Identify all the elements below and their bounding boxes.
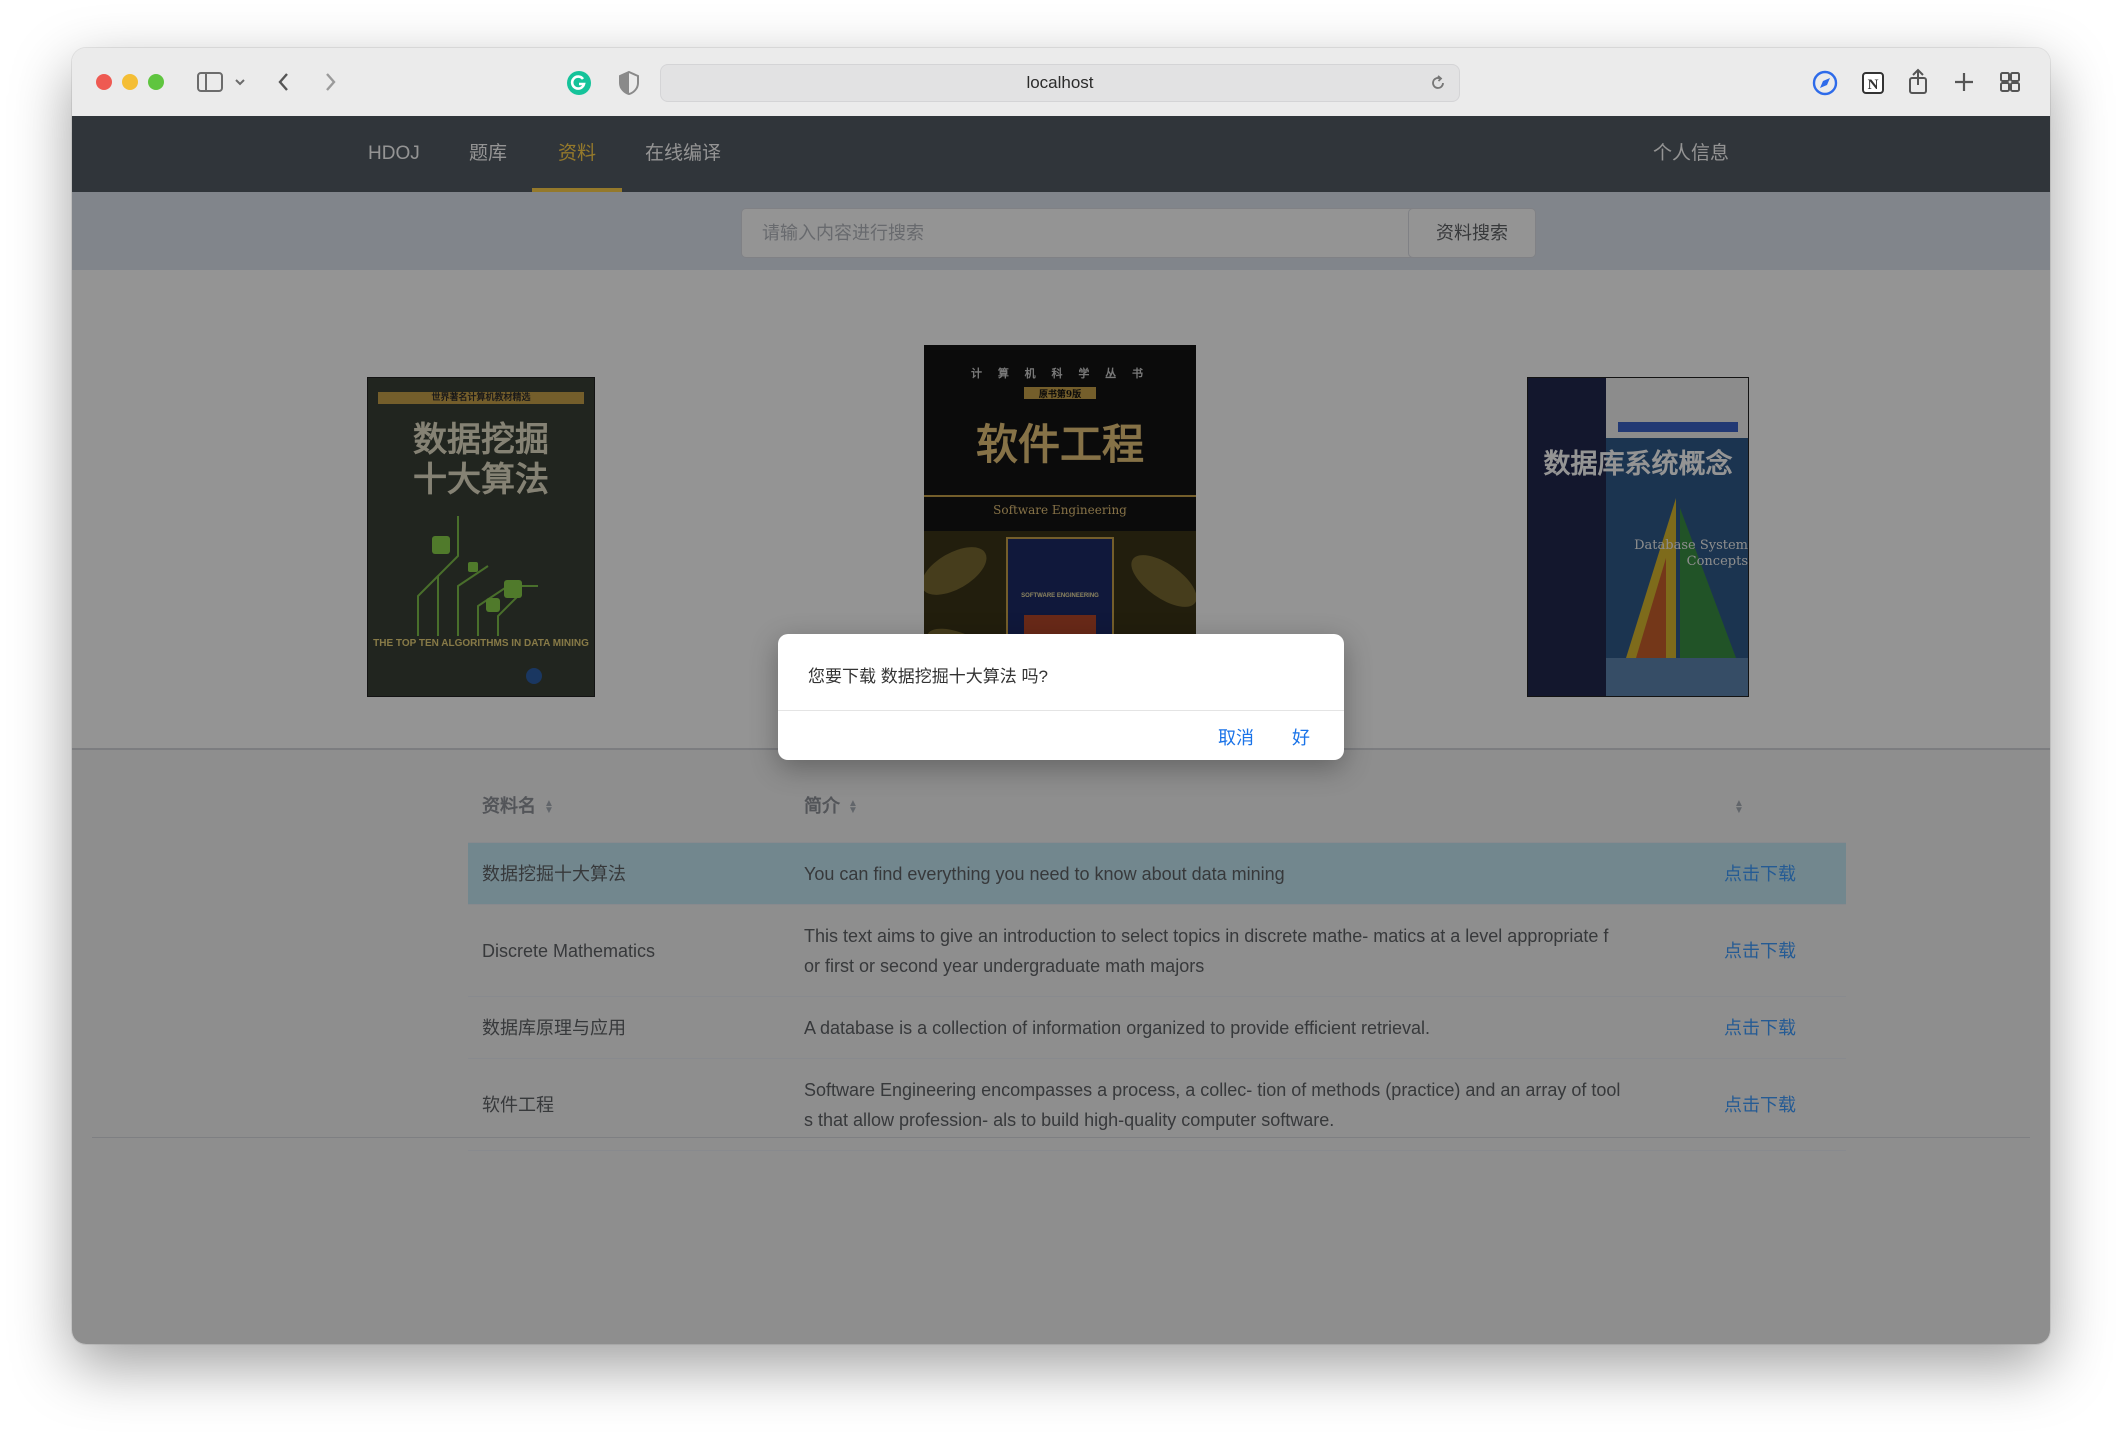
tab-overview-icon[interactable] bbox=[1998, 70, 2022, 94]
browser-window: localhost N HDOJ 题库 资料 在线编译 个人信息 请输入内容进行… bbox=[72, 48, 2050, 1344]
minimize-window-button[interactable] bbox=[122, 74, 138, 90]
svg-text:N: N bbox=[1868, 77, 1879, 93]
grammarly-extension-icon[interactable] bbox=[566, 70, 592, 96]
back-arrow-icon[interactable] bbox=[276, 70, 292, 94]
zoom-window-button[interactable] bbox=[148, 74, 164, 90]
cancel-button[interactable]: 取消 bbox=[1218, 724, 1254, 750]
address-text: localhost bbox=[1026, 73, 1094, 92]
reload-icon[interactable] bbox=[1429, 74, 1447, 92]
chevron-down-icon[interactable] bbox=[234, 76, 246, 88]
dialog-divider bbox=[778, 710, 1344, 711]
forward-arrow-icon[interactable] bbox=[322, 70, 338, 94]
confirm-dialog: 您要下载 数据挖掘十大算法 吗? 取消 好 bbox=[778, 634, 1344, 760]
share-icon[interactable] bbox=[1906, 68, 1930, 96]
address-bar[interactable]: localhost bbox=[660, 64, 1460, 102]
close-window-button[interactable] bbox=[96, 74, 112, 90]
notion-extension-icon[interactable]: N bbox=[1860, 70, 1886, 96]
privacy-shield-icon[interactable] bbox=[618, 70, 640, 96]
dialog-message: 您要下载 数据挖掘十大算法 吗? bbox=[808, 667, 1048, 686]
sidebar-toggle-icon[interactable] bbox=[196, 70, 224, 94]
new-tab-plus-icon[interactable] bbox=[1952, 70, 1976, 94]
compass-extension-icon[interactable] bbox=[1812, 70, 1838, 96]
browser-toolbar: localhost N bbox=[72, 48, 2050, 117]
ok-button[interactable]: 好 bbox=[1292, 724, 1310, 750]
